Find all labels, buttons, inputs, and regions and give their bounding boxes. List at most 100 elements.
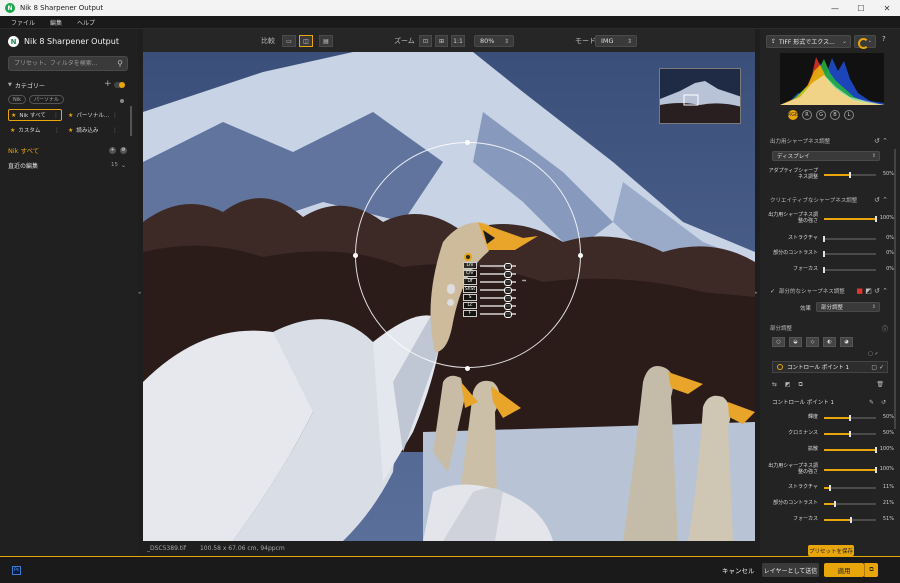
slider-local-sharpen-strength[interactable]: 出力用シャープネス調整の強さ 100% [764,463,898,475]
slider-track[interactable] [824,501,876,507]
output-sharpen-header[interactable]: 出力用シャープネス調整 ↺ ⌃ [770,136,890,146]
radius-handle-bottom[interactable] [465,366,470,371]
slider-luminance[interactable]: 輝度 50% [764,414,898,426]
color-reset-collapse-icons[interactable]: ■ ◩ ↺ ⌃ [856,287,888,295]
mask-icon[interactable]: ◩ [785,381,791,388]
category-header[interactable]: ▼ カテゴリー + [8,79,128,91]
cp-slider-track[interactable] [480,294,516,302]
control-point-tool-icon[interactable]: ○ [772,337,785,347]
radius-handle-top[interactable] [465,140,470,145]
slider-knob[interactable] [849,415,851,421]
cp-group-button[interactable] [447,299,454,306]
slider-chrominance[interactable]: クロミナンス 50% [764,430,898,442]
export-format-button[interactable]: ⇪ TIFF 形式でエクス... ⌄ [766,35,851,48]
slider-knob[interactable] [849,517,852,523]
more-icon[interactable]: ⋮ [112,127,118,134]
slider-track[interactable] [824,216,877,222]
category-custom[interactable]: ★ カスタム ⋮ [8,124,62,136]
slider-knob[interactable] [849,172,851,178]
cp-slider-track[interactable] [480,278,516,286]
zoom-select[interactable]: 80% ⇕ [474,35,514,47]
slider-knob[interactable] [875,447,877,453]
slider-knob[interactable] [823,267,825,273]
search-icon[interactable]: ⚲ [117,59,123,68]
zoom-100-button[interactable]: 1:1 [451,35,465,47]
gradient-tool-icon[interactable]: ◐ [823,337,836,347]
invert-icon[interactable]: ⇆ [772,381,777,388]
slider-knob[interactable] [849,431,851,437]
slider-track[interactable] [824,447,877,453]
slider-local-focus[interactable]: フォーカス 51% [764,516,898,528]
category-imported[interactable]: ★ 読み込み ⋮ [66,124,120,136]
menu-edit[interactable]: 編集 [50,18,62,27]
compare-split-button[interactable]: ◫ [299,35,313,47]
more-icon[interactable]: ⋮ [112,112,118,119]
cp-slider-chrominance[interactable]: Chr [463,270,523,278]
add-preset-icon[interactable]: + [109,146,116,154]
mask-view-icons[interactable]: ▢ ✓ [868,351,879,357]
slider-creative-strength[interactable]: 出力用シャープネス調整の強さ 100% [764,212,898,224]
recent-edits-header[interactable]: 直近の編集 15 ⌄ [8,160,128,170]
search-input[interactable] [14,60,114,67]
edit-icon[interactable]: ✎ [869,399,874,406]
maximize-button[interactable]: ☐ [848,0,874,16]
slider-track[interactable] [823,251,876,257]
cp-slider-track[interactable] [480,310,516,318]
help-button[interactable]: ? [882,35,886,43]
close-button[interactable]: ✕ [874,0,900,16]
cp-slider-track[interactable] [480,270,516,278]
more-dot-icon[interactable] [120,99,124,103]
creative-sharpen-header[interactable]: クリエイティブなシャープネス調整 ↺ ⌃ [770,195,890,205]
category-nik-all[interactable]: ★ Nik すべて ⋮ [8,109,62,121]
reset-collapse-icons[interactable]: ↺ ⌃ [874,196,888,204]
delete-icon[interactable]: 🗑 [876,381,884,388]
channel-b[interactable]: B [830,110,840,120]
slider-creative-structure[interactable]: ストラクチャ 0% [764,235,898,247]
effect-select[interactable]: 部分調整 ⇕ [816,302,880,312]
checkbox-icon[interactable]: ▢ ✓ [871,364,884,371]
more-icon[interactable]: ⋮ [53,112,59,119]
slider-creative-local-contrast[interactable]: 部分のコントラスト 0% [764,250,898,262]
duplicate-icon[interactable]: ⧉ [799,381,803,388]
favorites-toggle[interactable] [114,82,125,88]
slider-local-contrast[interactable]: 部分のコントラスト 21% [764,500,898,512]
cp-expand-icon[interactable]: ⇔ [522,278,526,284]
reset-collapse-icons[interactable]: ↺ ⌃ [874,137,888,145]
apply-options-icon[interactable]: ⧉ [864,563,878,577]
cp-slider-sharpen-strength[interactable]: ShSt [463,286,523,294]
slider-knob[interactable] [875,467,877,473]
category-personal[interactable]: ★ パーソナル... ⋮ [66,109,120,121]
menu-help[interactable]: ヘルプ [77,18,95,27]
settings-icon[interactable]: ⚙ [120,146,127,154]
color-range-tool-icon[interactable]: ◕ [840,337,853,347]
apply-button[interactable]: 適用 [824,563,864,577]
right-panel-scrollbar[interactable] [894,149,896,429]
menu-file[interactable]: ファイル [11,18,35,27]
slider-local-structure[interactable]: ストラクチャ 11% [764,484,898,496]
chip-nik[interactable]: Nik [8,95,27,104]
slider-knob[interactable] [833,501,836,507]
selective-sharpen-header[interactable]: ✓ 部分的なシャープネス調整 ■ ◩ ↺ ⌃ [770,286,890,296]
send-as-layer-button[interactable]: レイヤーとして送信 [762,563,819,577]
reset-icon[interactable]: ↺ [881,399,886,406]
slider-knob[interactable] [828,485,831,491]
slider-adaptive-sharpen[interactable]: アダプティブシャープネス調整 50% [764,168,898,180]
slider-track[interactable] [824,415,876,421]
cancel-button[interactable]: キャンセル [722,565,755,575]
loupe-button[interactable]: ⌄ [854,35,876,49]
cp-mask-toggle[interactable] [447,284,455,294]
more-icon[interactable]: ⋮ [54,127,60,134]
navigator-thumbnail[interactable] [659,68,741,124]
channel-r[interactable]: R [802,110,812,120]
category-scrollbar[interactable] [130,106,132,136]
checkbox-icon[interactable]: ✓ [770,288,775,295]
compare-single-button[interactable]: ▭ [282,35,296,47]
radius-handle-right[interactable] [578,253,583,258]
cp-slider-diffusion[interactable]: Df [463,278,523,286]
lasso-tool-icon[interactable]: ◇ [806,337,819,347]
output-device-select[interactable]: ディスプレイ ⇕ [772,151,880,161]
compare-stack-button[interactable]: ▤ [319,35,333,47]
local-adjust-header[interactable]: 部分調整 ⓘ [770,323,890,333]
help-circle-icon[interactable]: ⓘ [882,324,888,333]
channel-g[interactable]: G [816,110,826,120]
